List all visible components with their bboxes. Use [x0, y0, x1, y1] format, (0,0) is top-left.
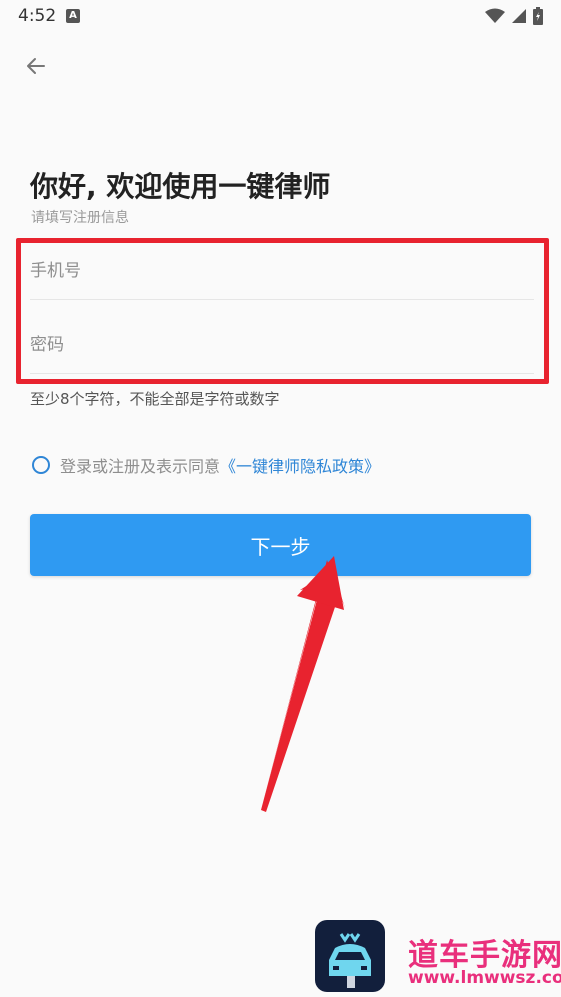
- battery-icon: [533, 7, 543, 25]
- agreement-row: 登录或注册及表示同意 《一键律师隐私政策》: [32, 453, 380, 477]
- watermark-url: www.lmwwsz.com: [408, 968, 561, 988]
- page-title: 你好, 欢迎使用一键律师: [30, 170, 331, 203]
- status-icons: [485, 7, 543, 25]
- status-time: 4:52: [18, 6, 57, 26]
- next-button[interactable]: 下一步: [30, 514, 531, 576]
- arrow-annotation: [261, 556, 345, 812]
- password-hint: 至少8个字符，不能全部是字符或数字: [30, 390, 280, 408]
- signal-icon: [512, 9, 526, 23]
- password-input[interactable]: [30, 316, 534, 373]
- agreement-radio[interactable]: [32, 456, 50, 474]
- car-icon: [329, 933, 371, 988]
- back-button[interactable]: [20, 50, 52, 82]
- privacy-policy-link[interactable]: 《一键律师隐私政策》: [220, 453, 380, 477]
- wifi-icon: [485, 8, 505, 23]
- phone-input[interactable]: [30, 242, 534, 299]
- arrow-left-icon: [27, 58, 45, 74]
- status-bar: 4:52 A: [0, 0, 561, 34]
- password-field: [30, 316, 534, 374]
- phone-field: [30, 242, 534, 300]
- page-subtitle: 请填写注册信息: [31, 210, 129, 226]
- watermark-logo: [315, 920, 385, 992]
- agreement-text: 登录或注册及表示同意: [60, 457, 221, 476]
- notification-icon: A: [66, 9, 80, 23]
